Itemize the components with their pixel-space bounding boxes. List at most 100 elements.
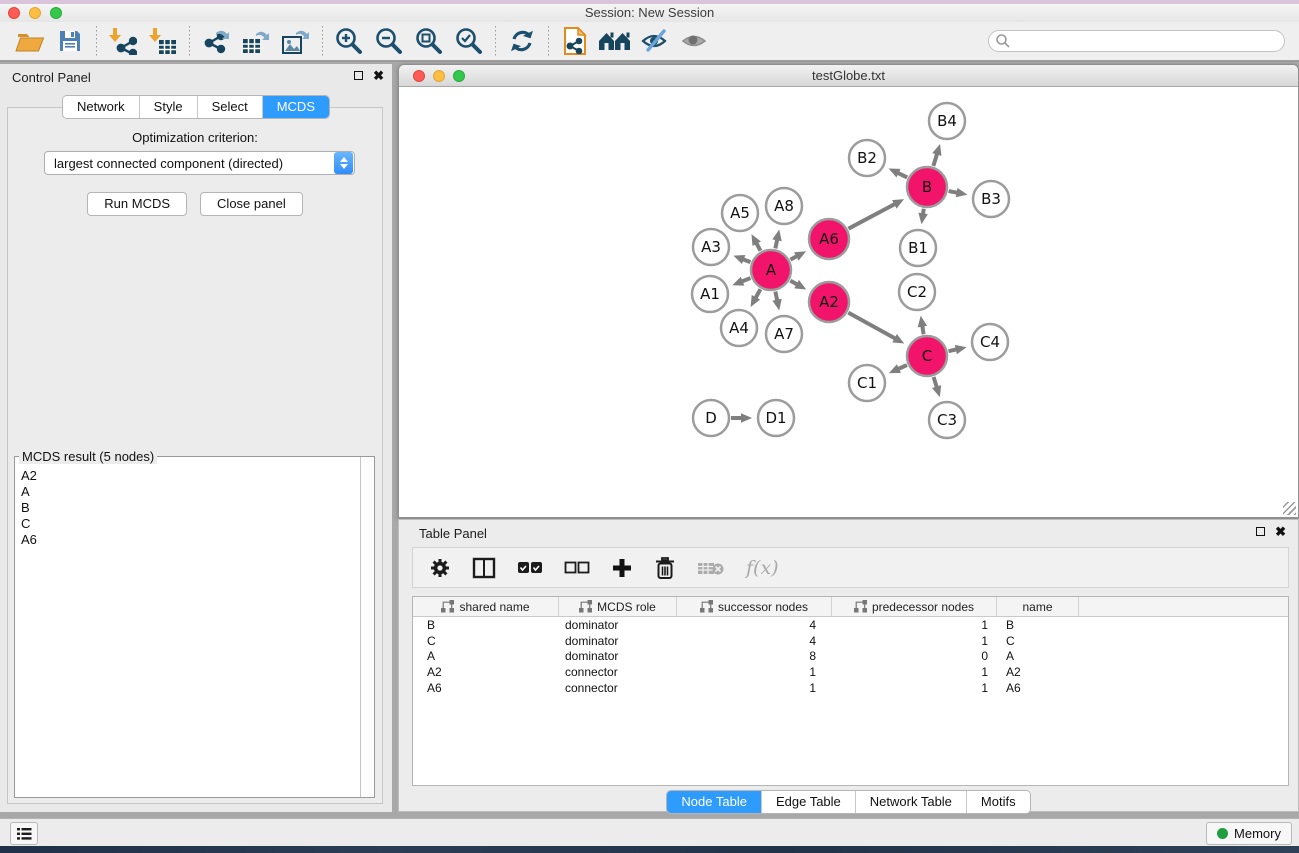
- graph-node-D[interactable]: D: [693, 400, 729, 436]
- result-item[interactable]: B: [21, 500, 360, 516]
- column-header-predecessor-nodes[interactable]: predecessor nodes: [832, 597, 997, 616]
- graph-node-A6[interactable]: A6: [809, 219, 849, 259]
- table-row[interactable]: Bdominator41B: [413, 617, 1288, 633]
- graph-node-B4[interactable]: B4: [929, 103, 965, 139]
- edge-C-C4[interactable]: [948, 345, 966, 354]
- result-item[interactable]: A2: [21, 468, 360, 484]
- edge-B-B2[interactable]: [889, 168, 908, 177]
- save-session-button[interactable]: [50, 24, 90, 58]
- graph-node-A8[interactable]: A8: [766, 188, 802, 224]
- network-window-titlebar[interactable]: testGlobe.txt: [399, 65, 1298, 87]
- network-canvas[interactable]: B4 B2 B B3 A5A8A6 B1 A3 A A1 C2 A2 A4A7 C4 C C1 C3 D D1: [399, 88, 1298, 517]
- table-row[interactable]: Cdominator41C: [413, 633, 1288, 649]
- hide-selected-button[interactable]: [635, 24, 675, 58]
- graph-node-A3[interactable]: A3: [693, 229, 729, 265]
- window-resize-grip[interactable]: [1283, 502, 1296, 515]
- tab-mcds[interactable]: MCDS: [263, 96, 329, 118]
- zoom-selected-button[interactable]: [449, 24, 489, 58]
- memory-button[interactable]: Memory: [1206, 822, 1292, 845]
- edge-A-A3[interactable]: [733, 255, 750, 264]
- clone-network-button[interactable]: [555, 24, 595, 58]
- select-all-button[interactable]: [517, 561, 543, 575]
- edge-A-A5[interactable]: [751, 234, 760, 251]
- import-network-button[interactable]: [103, 24, 143, 58]
- graph-node-C[interactable]: C: [907, 336, 947, 376]
- zoom-fit-button[interactable]: [409, 24, 449, 58]
- table-row[interactable]: A6connector11A6: [413, 680, 1288, 696]
- tab-node-table[interactable]: Node Table: [667, 791, 762, 813]
- search-input[interactable]: [1011, 34, 1284, 48]
- show-panel-list-button[interactable]: [10, 822, 38, 845]
- edge-A-A4[interactable]: [751, 289, 761, 307]
- export-image-button[interactable]: [276, 24, 316, 58]
- graph-node-A5[interactable]: A5: [722, 195, 758, 231]
- function-builder-button[interactable]: f(x): [746, 557, 779, 579]
- edge-A6-B[interactable]: [848, 199, 904, 229]
- tab-network-table[interactable]: Network Table: [856, 791, 967, 813]
- tab-select[interactable]: Select: [198, 96, 263, 118]
- graph-node-A2[interactable]: A2: [809, 282, 849, 322]
- export-table-button[interactable]: [236, 24, 276, 58]
- tab-motifs[interactable]: Motifs: [967, 791, 1030, 813]
- edge-B-B1[interactable]: [918, 209, 927, 224]
- table-row[interactable]: Adominator80A: [413, 648, 1288, 664]
- result-item[interactable]: A6: [21, 532, 360, 548]
- first-neighbors-button[interactable]: [595, 24, 635, 58]
- edge-B-B3[interactable]: [949, 188, 968, 197]
- edge-A-A6[interactable]: [790, 251, 806, 260]
- column-header-MCDS-role[interactable]: MCDS role: [559, 597, 677, 616]
- edge-A-A1[interactable]: [732, 277, 750, 286]
- close-panel-icon[interactable]: ✖: [373, 70, 384, 81]
- graph-node-A7[interactable]: A7: [766, 316, 802, 352]
- edge-A2-C[interactable]: [848, 313, 904, 344]
- column-header-shared-name[interactable]: shared name: [413, 597, 559, 616]
- zoom-out-button[interactable]: [369, 24, 409, 58]
- open-session-button[interactable]: [10, 24, 50, 58]
- edge-A-A8[interactable]: [772, 230, 781, 249]
- graph-node-B2[interactable]: B2: [849, 140, 885, 176]
- criterion-dropdown[interactable]: largest connected component (directed): [44, 151, 355, 175]
- tab-edge-table[interactable]: Edge Table: [762, 791, 856, 813]
- tab-network[interactable]: Network: [63, 96, 140, 118]
- edge-D-D1[interactable]: [731, 413, 752, 423]
- table-settings-button[interactable]: [429, 557, 451, 579]
- refresh-layout-button[interactable]: [502, 24, 542, 58]
- close-panel-button[interactable]: Close panel: [200, 192, 303, 216]
- float-table-panel-icon[interactable]: [1256, 527, 1265, 536]
- edge-C-C1[interactable]: [889, 364, 907, 373]
- graph-node-A1[interactable]: A1: [692, 276, 728, 312]
- add-column-button[interactable]: [611, 557, 633, 579]
- graph-node-D1[interactable]: D1: [758, 400, 794, 436]
- graph-node-C4[interactable]: C4: [972, 324, 1008, 360]
- graph-node-B3[interactable]: B3: [973, 181, 1009, 217]
- graph-node-B1[interactable]: B1: [900, 230, 936, 266]
- result-scrollbar[interactable]: [360, 457, 374, 797]
- column-header-name[interactable]: name: [997, 597, 1079, 616]
- zoom-in-button[interactable]: [329, 24, 369, 58]
- float-panel-icon[interactable]: [354, 71, 363, 80]
- graph-node-A[interactable]: A: [751, 250, 791, 290]
- delete-table-button[interactable]: [697, 560, 725, 576]
- graph-node-A4[interactable]: A4: [721, 310, 757, 346]
- table-row[interactable]: A2connector11A2: [413, 664, 1288, 680]
- edge-A-A7[interactable]: [772, 292, 781, 311]
- export-network-button[interactable]: [196, 24, 236, 58]
- show-columns-button[interactable]: [472, 557, 496, 579]
- edge-A-A2[interactable]: [790, 280, 806, 290]
- mcds-result-list[interactable]: A2ABCA6: [15, 457, 360, 797]
- tab-style[interactable]: Style: [140, 96, 198, 118]
- graph-node-B[interactable]: B: [907, 167, 947, 207]
- graph-node-C2[interactable]: C2: [899, 274, 935, 310]
- column-header-successor-nodes[interactable]: successor nodes: [677, 597, 832, 616]
- graph-node-C1[interactable]: C1: [849, 365, 885, 401]
- edge-B-B4[interactable]: [932, 144, 941, 166]
- close-table-panel-icon[interactable]: ✖: [1275, 526, 1286, 537]
- edge-C-C2[interactable]: [918, 316, 927, 335]
- run-mcds-button[interactable]: Run MCDS: [87, 192, 187, 216]
- edge-C-C3[interactable]: [932, 377, 941, 397]
- node-table[interactable]: shared nameMCDS rolesuccessor nodesprede…: [412, 596, 1289, 786]
- graph-node-C3[interactable]: C3: [929, 402, 965, 438]
- delete-column-button[interactable]: [654, 556, 676, 580]
- search-field[interactable]: [988, 30, 1285, 52]
- import-table-button[interactable]: [143, 24, 183, 58]
